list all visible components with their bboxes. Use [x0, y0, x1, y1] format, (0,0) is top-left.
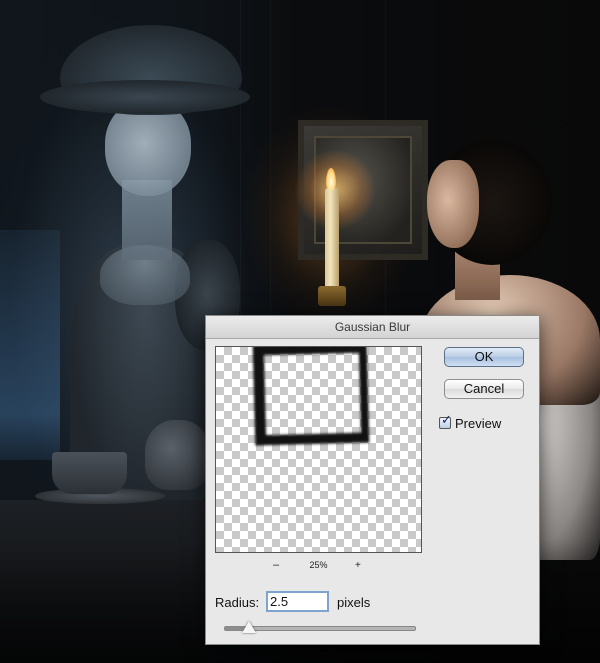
preview-checkbox-label[interactable]: Preview — [455, 416, 501, 431]
radius-unit-label: pixels — [337, 595, 371, 610]
window-light — [0, 230, 60, 460]
radius-label: Radius: — [215, 595, 260, 610]
blurred-frame-preview — [252, 347, 370, 446]
candle-holder — [318, 286, 346, 306]
preview-zoom-controls: 25% – + — [215, 560, 422, 572]
candle — [325, 188, 339, 290]
zoom-out-button[interactable]: – — [273, 560, 279, 571]
zoom-level: 25% — [309, 560, 328, 570]
ok-button[interactable]: OK — [444, 347, 524, 367]
blur-preview-pane[interactable] — [215, 346, 422, 553]
radius-input[interactable]: 2.5 — [266, 591, 329, 612]
radius-slider-thumb[interactable] — [241, 621, 256, 633]
ghost-woman-hat-brim — [40, 80, 250, 114]
teacup — [52, 452, 127, 494]
zoom-in-button[interactable]: + — [355, 561, 361, 571]
teapot — [145, 420, 210, 490]
woman-face — [427, 160, 479, 248]
preview-checkbox[interactable]: ✓ — [439, 413, 452, 429]
dialog-title: Gaussian Blur — [334, 320, 411, 334]
dialog-titlebar[interactable]: Gaussian Blur — [206, 316, 539, 339]
gaussian-blur-dialog: Gaussian Blur 25% – + OK Cancel ✓ Previe… — [205, 315, 540, 645]
checkmark-icon: ✓ — [441, 412, 452, 427]
cancel-button[interactable]: Cancel — [444, 379, 524, 399]
